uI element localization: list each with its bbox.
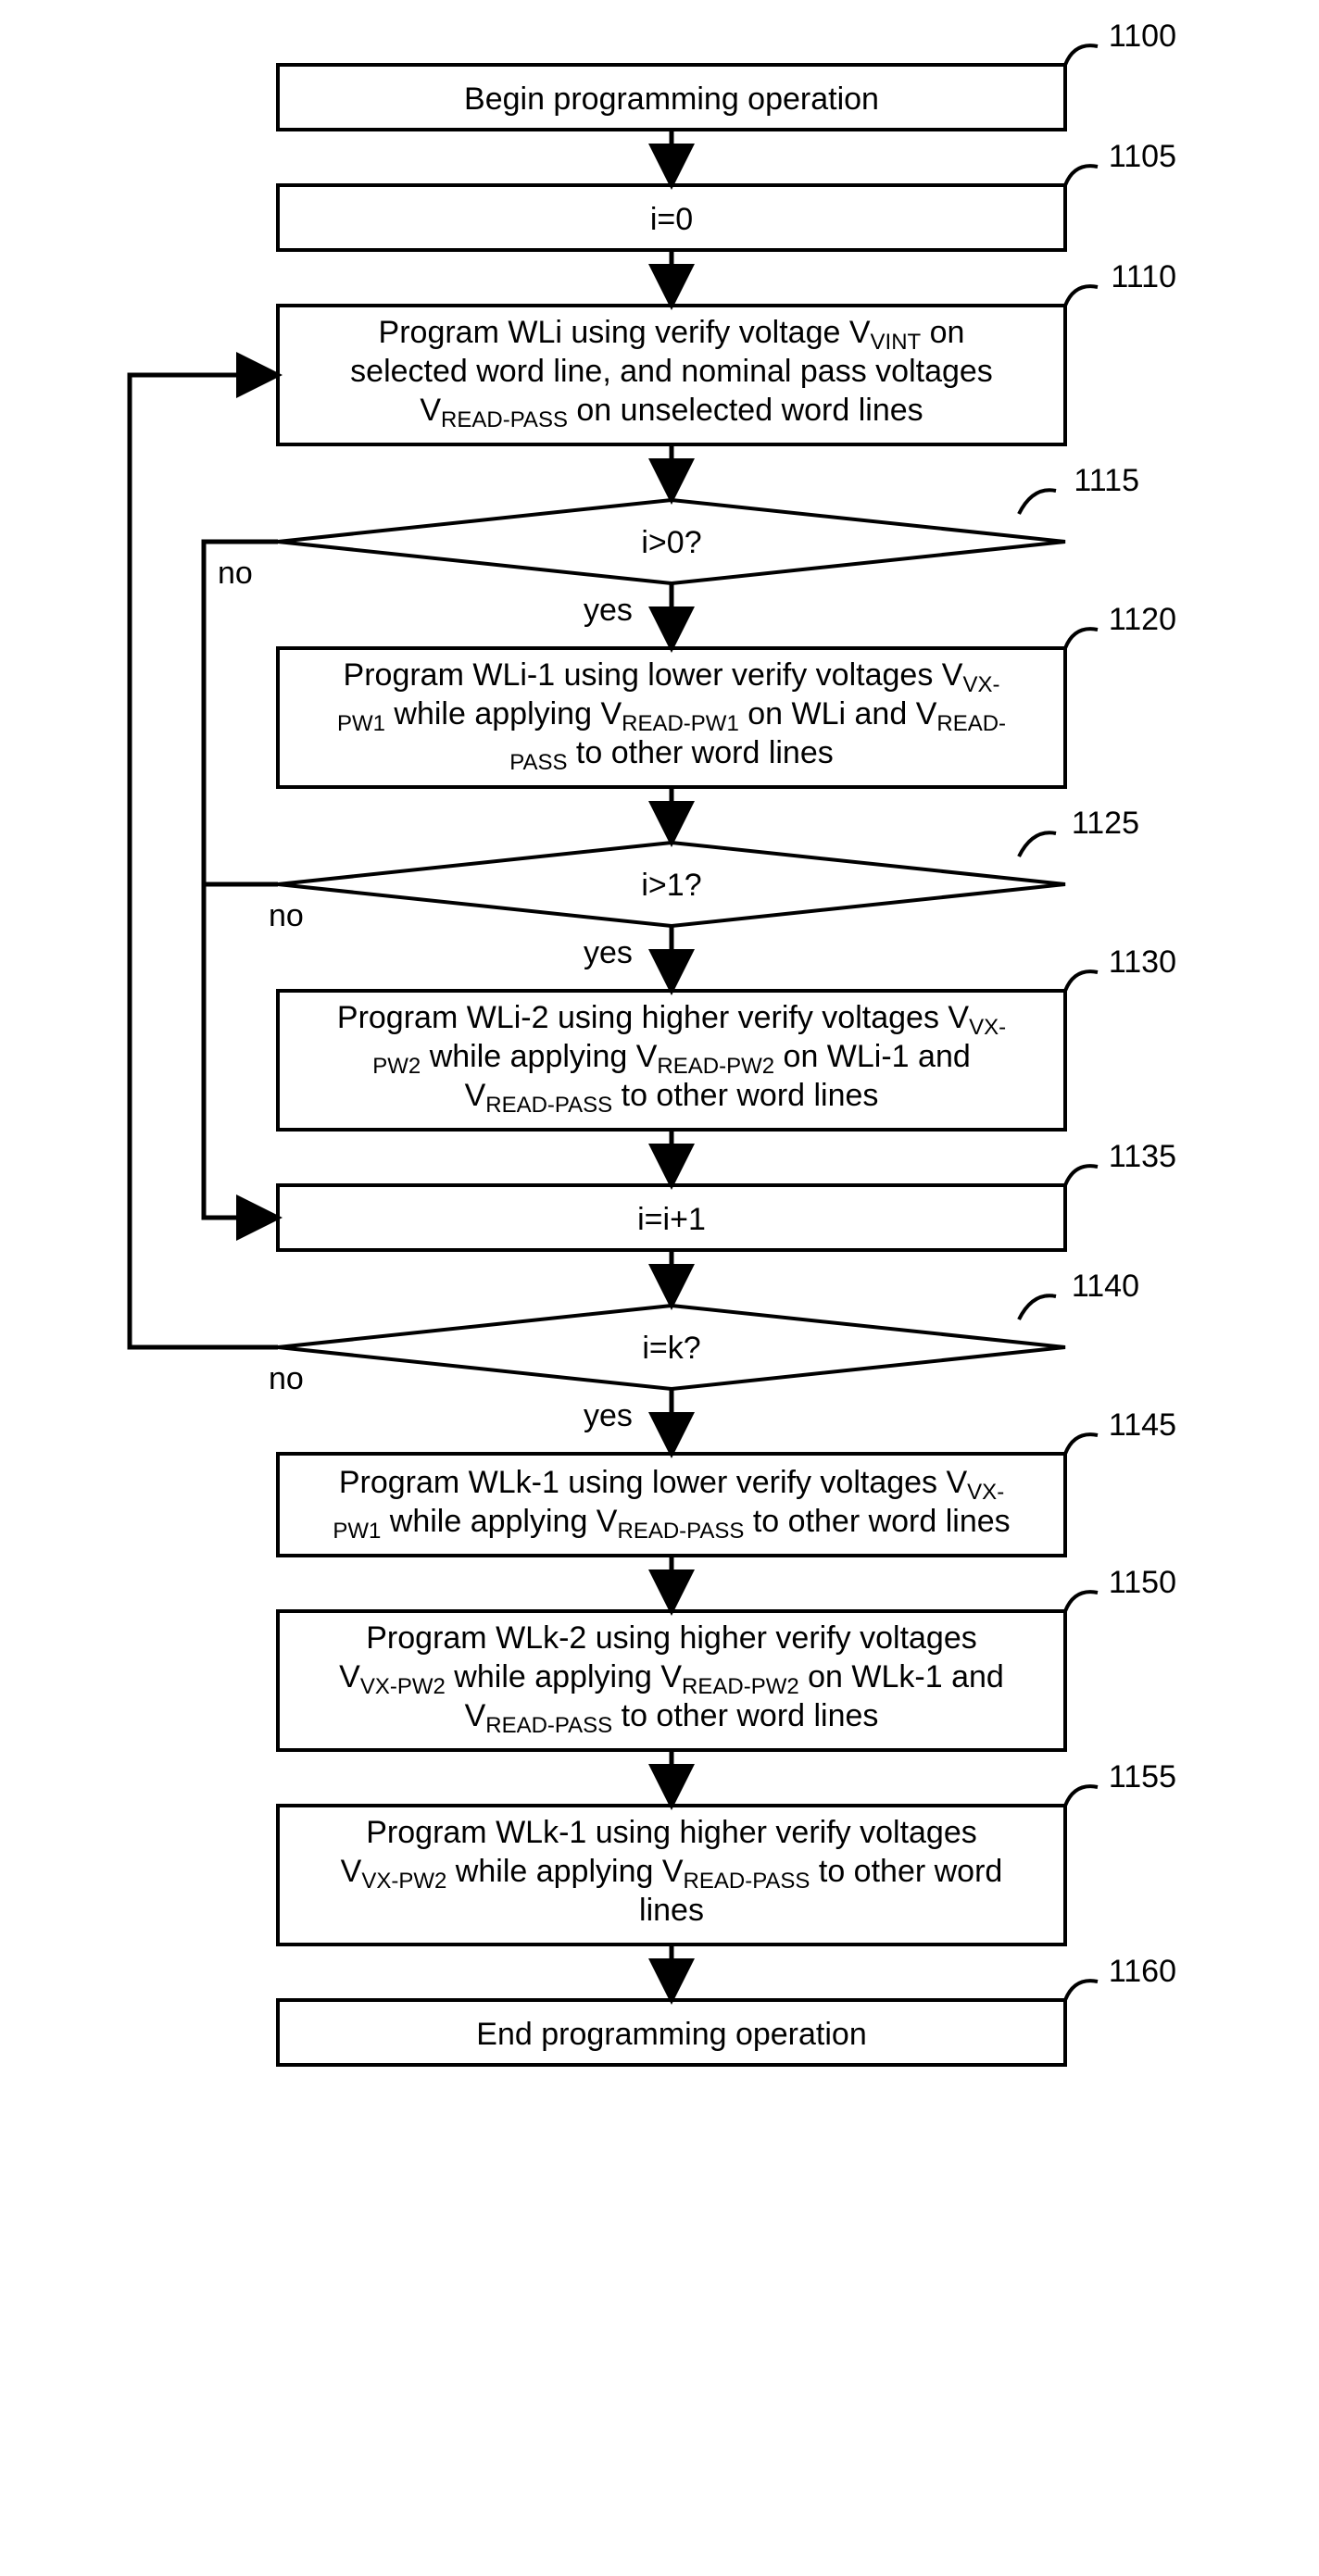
svg-text:Program WLi-2 using higher ver: Program WLi-2 using higher verify voltag…	[337, 1000, 1006, 1040]
svg-text:1160: 1160	[1109, 1954, 1176, 1989]
flowchart: Begin programming operation 1100 i=0 110…	[0, 0, 1319, 2576]
svg-text:1150: 1150	[1109, 1565, 1176, 1600]
svg-text:VVX-PW2 while applying VREAD-P: VVX-PW2 while applying VREAD-PASS to oth…	[341, 1854, 1003, 1894]
svg-text:VREAD-PASS to other word lines: VREAD-PASS to other word lines	[465, 1078, 879, 1118]
svg-text:lines: lines	[639, 1893, 704, 1928]
svg-text:1155: 1155	[1109, 1759, 1176, 1794]
svg-text:PASS to other word lines: PASS to other word lines	[509, 735, 834, 775]
svg-text:End programming operation: End programming operation	[476, 2017, 866, 2052]
node-1140: i=k? 1140	[278, 1269, 1139, 1389]
label-no-1140: no	[269, 1361, 304, 1396]
svg-text:1125: 1125	[1072, 806, 1139, 841]
svg-text:1130: 1130	[1109, 944, 1176, 980]
node-1105: i=0 1105	[278, 139, 1176, 250]
node-1150: Program WLk-2 using higher verify voltag…	[278, 1565, 1176, 1750]
svg-text:1100: 1100	[1109, 19, 1176, 54]
svg-text:1110: 1110	[1111, 259, 1176, 294]
svg-text:selected word line, and nomina: selected word line, and nominal pass vol…	[350, 354, 993, 389]
label-no-1125: no	[269, 898, 304, 933]
svg-text:Program WLk-1 using lower veri: Program WLk-1 using lower verify voltage…	[339, 1465, 1004, 1505]
node-1100: Begin programming operation 1100	[278, 19, 1176, 130]
svg-text:i>0?: i>0?	[641, 525, 701, 560]
svg-text:1140: 1140	[1072, 1269, 1139, 1304]
svg-text:1145: 1145	[1109, 1407, 1176, 1443]
svg-text:VVX-PW2 while applying VREAD-P: VVX-PW2 while applying VREAD-PW2 on WLk-…	[339, 1659, 1004, 1699]
label-yes-1125: yes	[584, 935, 633, 970]
svg-text:i>1?: i>1?	[641, 868, 701, 903]
svg-text:Program WLk-1 using higher ver: Program WLk-1 using higher verify voltag…	[366, 1815, 977, 1850]
node-1155: Program WLk-1 using higher verify voltag…	[278, 1759, 1176, 1945]
node-1160: End programming operation 1160	[278, 1954, 1176, 2065]
node-1120: Program WLi-1 using lower verify voltage…	[278, 602, 1176, 787]
svg-text:PW2 while applying VREAD-PW2 o: PW2 while applying VREAD-PW2 on WLi-1 an…	[372, 1039, 971, 1079]
svg-text:1120: 1120	[1109, 602, 1176, 637]
svg-text:1115: 1115	[1074, 463, 1139, 498]
label-yes-1115: yes	[584, 593, 633, 628]
node-1135: i=i+1 1135	[278, 1139, 1176, 1250]
svg-text:1105: 1105	[1109, 139, 1176, 174]
node-1145: Program WLk-1 using lower verify voltage…	[278, 1407, 1176, 1556]
svg-text:VREAD-PASS to other word lines: VREAD-PASS to other word lines	[465, 1698, 879, 1738]
svg-text:Program WLi using verify volta: Program WLi using verify voltage VVINT o…	[379, 315, 965, 355]
svg-text:i=i+1: i=i+1	[637, 1202, 706, 1237]
svg-text:VREAD-PASS on unselected word: VREAD-PASS on unselected word lines	[420, 393, 923, 432]
svg-text:Program WLk-2 using higher ver: Program WLk-2 using higher verify voltag…	[366, 1620, 977, 1656]
edge-1115-1135	[204, 542, 278, 1218]
svg-text:1135: 1135	[1109, 1139, 1176, 1174]
label-no-1115: no	[218, 556, 253, 591]
node-1130: Program WLi-2 using higher verify voltag…	[278, 944, 1176, 1130]
svg-text:PW1 while applying VREAD-PASS: PW1 while applying VREAD-PASS to other w…	[333, 1504, 1010, 1544]
node-1110: Program WLi using verify voltage VVINT o…	[278, 259, 1176, 444]
svg-text:Program WLi-1 using lower veri: Program WLi-1 using lower verify voltage…	[344, 657, 1000, 697]
svg-text:PW1 while applying VREAD-PW1 o: PW1 while applying VREAD-PW1 on WLi and …	[337, 696, 1006, 736]
svg-text:i=k?: i=k?	[642, 1331, 700, 1366]
svg-text:i=0: i=0	[650, 202, 693, 237]
label-yes-1140: yes	[584, 1398, 633, 1433]
node-1115: i>0? 1115	[278, 463, 1139, 583]
node-1125: i>1? 1125	[278, 806, 1139, 926]
svg-text:Begin programming operation: Begin programming operation	[464, 81, 879, 117]
